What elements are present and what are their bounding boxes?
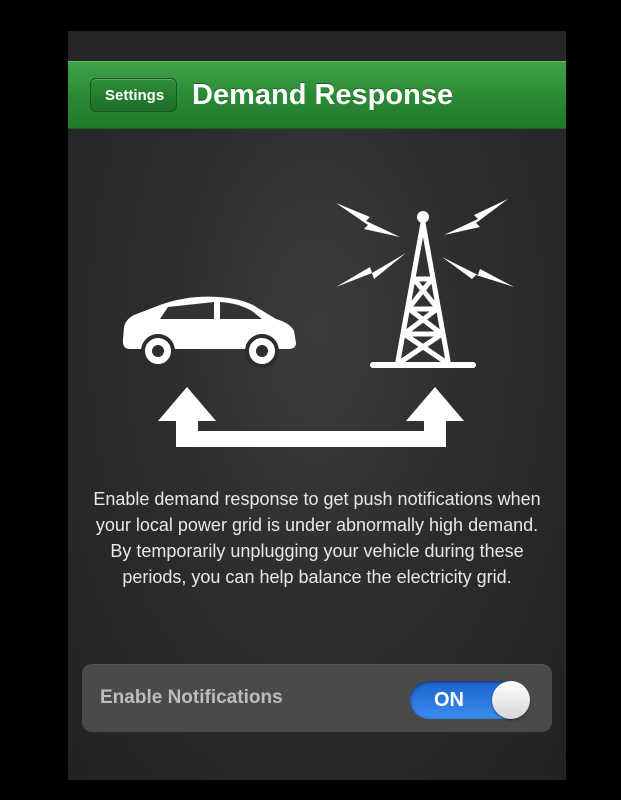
page-title: Demand Response (192, 79, 454, 111)
enable-notifications-label: Enable Notifications (100, 687, 283, 708)
device-frame: Settings Demand Response Enable demand r… (0, 0, 621, 800)
toggle-state-label: ON (434, 689, 464, 711)
back-button-label: Settings (105, 87, 165, 104)
navigation-bar: Settings Demand Response (68, 61, 566, 129)
two-way-arrow-icon (158, 387, 464, 447)
car-icon (122, 296, 296, 368)
illustration-svg (122, 199, 514, 447)
description-text: Enable demand response to get push notif… (93, 489, 541, 587)
app-screen: Settings Demand Response Enable demand r… (68, 31, 566, 780)
enable-notifications-row: Enable Notifications ON (82, 664, 552, 732)
toggle-knob[interactable] (492, 681, 530, 719)
enable-notifications-toggle[interactable]: ON (410, 681, 530, 719)
status-bar (68, 31, 566, 61)
demand-response-illustration (68, 129, 566, 469)
settings-back-button[interactable]: Settings (90, 78, 178, 112)
